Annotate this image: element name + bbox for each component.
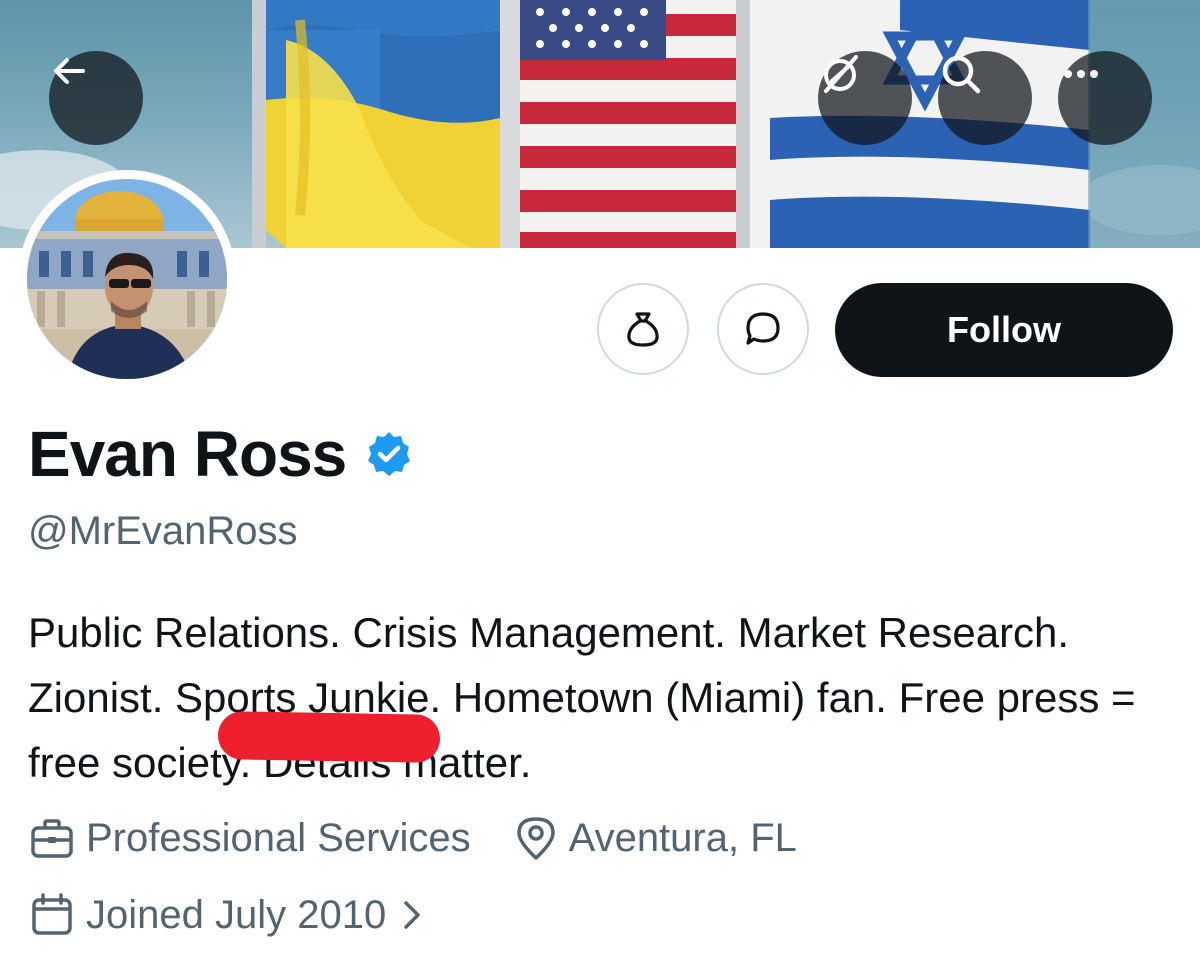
profile-meta-row: Professional Services Aventura, FL: [28, 814, 797, 862]
search-icon: [942, 55, 981, 94]
profile-bio: Public Relations. Crisis Management. Mar…: [28, 609, 1136, 786]
tip-button[interactable]: [597, 283, 689, 375]
joined-row[interactable]: Joined July 2010: [28, 891, 434, 939]
location-item: Aventura, FL: [513, 814, 797, 862]
briefcase-icon: [28, 814, 76, 862]
message-button[interactable]: [717, 283, 809, 375]
search-button[interactable]: [938, 51, 1032, 145]
red-redaction-mark: [217, 711, 441, 763]
more-button[interactable]: [1058, 51, 1152, 145]
follow-button[interactable]: Follow: [835, 283, 1173, 377]
chat-bubble-icon: [746, 312, 780, 345]
money-bag-icon: [627, 312, 659, 347]
location-label: Aventura, FL: [568, 815, 797, 860]
category-item: Professional Services: [28, 814, 471, 862]
name-row: Evan Ross: [28, 416, 414, 492]
calendar-icon: [28, 891, 76, 939]
user-handle: @MrEvanRoss: [28, 509, 298, 553]
avatar-photo: [27, 179, 227, 379]
category-label: Professional Services: [86, 815, 471, 860]
location-pin-icon: [513, 814, 559, 862]
joined-label: Joined July 2010: [86, 892, 387, 937]
display-name: Evan Ross: [28, 418, 347, 490]
arrow-left-icon: [54, 58, 85, 84]
grok-icon: [824, 55, 858, 93]
back-button[interactable]: [49, 51, 143, 145]
grok-button[interactable]: [818, 51, 912, 145]
verified-badge-icon[interactable]: [364, 429, 414, 484]
avatar[interactable]: [18, 170, 236, 388]
more-dots-icon: [1064, 70, 1098, 78]
chevron-right-icon: [400, 897, 424, 933]
